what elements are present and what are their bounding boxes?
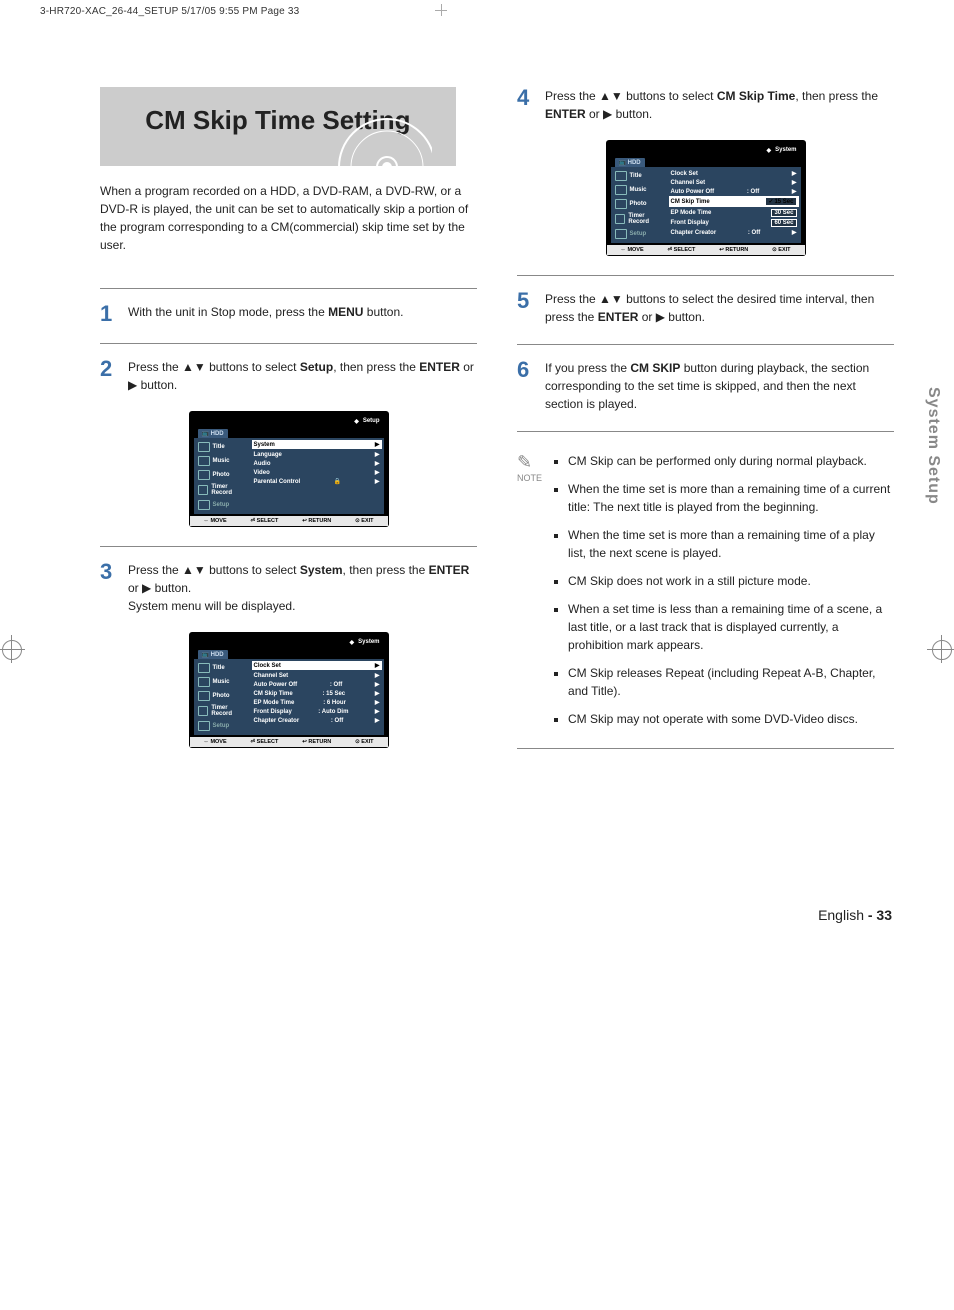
disc-art — [332, 112, 432, 172]
step-4: 4 Press the ▲▼ buttons to select CM Skip… — [517, 87, 894, 123]
osd-system: ◆System📺 HDDTitleMusicPhotoTimer RecordS… — [190, 633, 388, 747]
divider — [517, 344, 894, 345]
note-item: When the time set is more than a remaini… — [568, 526, 894, 562]
step-number: 1 — [100, 303, 118, 325]
section-side-tab: System Setup — [924, 387, 942, 505]
note-item: When the time set is more than a remaini… — [568, 480, 894, 516]
step-3: 3 Press the ▲▼ buttons to select System,… — [100, 561, 477, 615]
note-icon: ✎ — [517, 452, 542, 473]
page-footer: English - 33 — [0, 907, 892, 923]
note-item: CM Skip does not work in a still picture… — [568, 572, 894, 590]
divider — [517, 748, 894, 749]
note-item: CM Skip releases Repeat (including Repea… — [568, 664, 894, 700]
note-box: ✎ NOTE CM Skip can be performed only dur… — [517, 452, 894, 738]
step-6: 6 If you press the CM SKIP button during… — [517, 359, 894, 413]
step-1: 1 With the unit in Stop mode, press the … — [100, 303, 477, 325]
registration-mark-left — [2, 640, 22, 660]
divider — [517, 275, 894, 276]
registration-mark-right — [932, 640, 952, 660]
step-text: If you press the CM SKIP button during p… — [545, 359, 894, 413]
divider — [100, 288, 477, 289]
note-item: CM Skip may not operate with some DVD-Vi… — [568, 710, 894, 728]
step-2: 2 Press the ▲▼ buttons to select Setup, … — [100, 358, 477, 394]
intro-text: When a program recorded on a HDD, a DVD-… — [100, 182, 477, 254]
step-text: Press the ▲▼ buttons to select Setup, th… — [128, 358, 477, 394]
divider — [100, 546, 477, 547]
step-5: 5 Press the ▲▼ buttons to select the des… — [517, 290, 894, 326]
step-number: 6 — [517, 359, 535, 413]
main-content: CM Skip Time Setting When a program reco… — [0, 17, 954, 807]
note-icon-group: ✎ NOTE — [517, 452, 542, 738]
step-number: 4 — [517, 87, 535, 123]
step-text: Press the ▲▼ buttons to select CM Skip T… — [545, 87, 894, 123]
divider — [100, 343, 477, 344]
osd-setup: ◆Setup📺 HDDTitleMusicPhotoTimer RecordSe… — [190, 412, 388, 526]
step-text: With the unit in Stop mode, press the ME… — [128, 303, 477, 325]
note-label: NOTE — [517, 473, 542, 483]
feature-title-box: CM Skip Time Setting — [100, 87, 456, 166]
step-number: 2 — [100, 358, 118, 394]
step-number: 3 — [100, 561, 118, 615]
note-list: CM Skip can be performed only during nor… — [554, 452, 894, 738]
print-header: 3-HR720-XAC_26-44_SETUP 5/17/05 9:55 PM … — [0, 0, 954, 17]
left-column: CM Skip Time Setting When a program reco… — [100, 87, 477, 767]
step-number: 5 — [517, 290, 535, 326]
divider — [517, 431, 894, 432]
right-column: 4 Press the ▲▼ buttons to select CM Skip… — [517, 87, 894, 767]
note-item: CM Skip can be performed only during nor… — [568, 452, 894, 470]
crop-mark-top — [435, 4, 447, 16]
osd-cmskip: ◆System📺 HDDTitleMusicPhotoTimer RecordS… — [607, 141, 805, 255]
note-item: When a set time is less than a remaining… — [568, 600, 894, 654]
step-text: Press the ▲▼ buttons to select the desir… — [545, 290, 894, 326]
step-text: Press the ▲▼ buttons to select System, t… — [128, 561, 477, 615]
